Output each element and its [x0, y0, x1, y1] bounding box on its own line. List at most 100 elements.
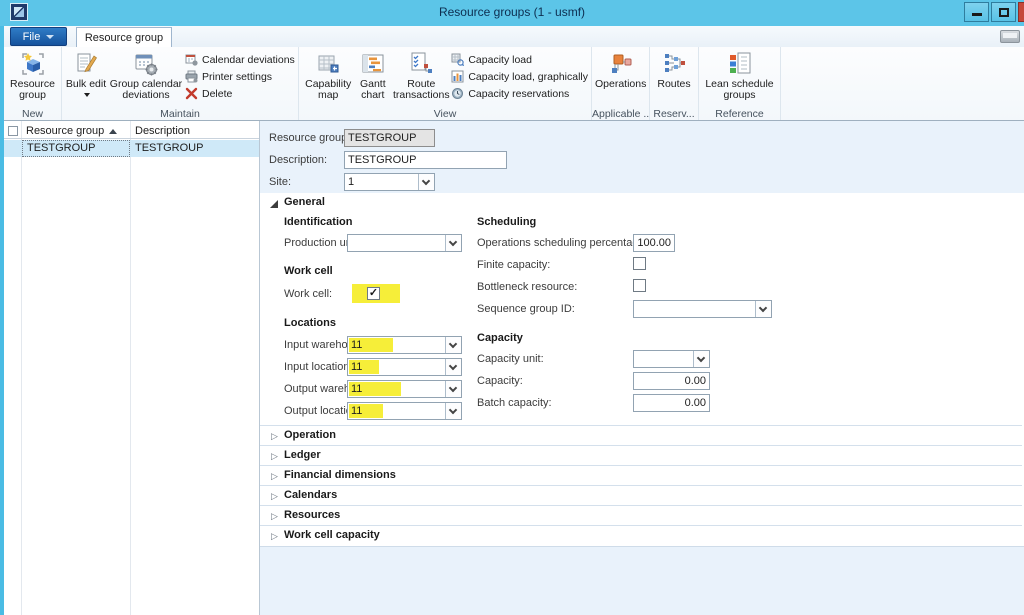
section-financial-dimensions[interactable]: ▷ Financial dimensions	[260, 465, 1022, 485]
button-label: Capability map	[302, 79, 354, 101]
section-label: Calendars	[284, 489, 337, 501]
table-row[interactable]: TESTGROUP TESTGROUP	[4, 140, 259, 157]
bulk-edit-button[interactable]: Bulk edit	[65, 49, 107, 101]
expand-section-icon: ▷	[271, 491, 278, 502]
column-header-resource-group[interactable]: Resource group	[26, 125, 104, 137]
osp-field[interactable]: 100.00	[633, 234, 675, 252]
dropdown-button[interactable]	[445, 381, 461, 397]
collapse-section-icon[interactable]	[270, 200, 278, 208]
printer-settings-button[interactable]: Printer settings	[185, 69, 295, 84]
capacity-load-button[interactable]: Capacity load	[451, 52, 588, 67]
capacity-label: Capacity:	[477, 375, 523, 387]
maximize-icon	[999, 8, 1009, 17]
locations-title: Locations	[284, 317, 336, 329]
resource-group-button[interactable]: Resource group	[7, 49, 58, 101]
detail-panel: Resource group: TESTGROUP Description: T…	[260, 121, 1024, 615]
section-work-cell-capacity[interactable]: ▷ Work cell capacity	[260, 525, 1022, 545]
content-area: Resource group Description TESTGROUP TES…	[4, 121, 1024, 615]
route-transactions-button[interactable]: Route transactions	[391, 49, 451, 101]
ribbon: Resource group New Bulk edit	[4, 47, 1024, 121]
work-cell-checkbox[interactable]	[367, 287, 380, 300]
button-label: Capacity load	[468, 54, 532, 66]
cell-resource-group[interactable]: TESTGROUP	[22, 140, 130, 157]
group-calendar-deviations-button[interactable]: Group calendar deviations	[107, 49, 185, 101]
section-resources[interactable]: ▷ Resources	[260, 505, 1022, 525]
input-location-value: 11	[351, 361, 362, 373]
expand-section-icon: ▷	[271, 471, 278, 482]
dropdown-button[interactable]	[693, 351, 709, 367]
capability-map-button[interactable]: Capability map	[302, 49, 354, 101]
tab-resource-group[interactable]: Resource group	[76, 27, 172, 47]
button-label: Lean schedule groups	[702, 79, 777, 101]
expand-section-icon: ▷	[271, 511, 278, 522]
close-button[interactable]	[1018, 2, 1024, 22]
section-label: Operation	[284, 429, 336, 441]
bottleneck-resource-checkbox[interactable]	[633, 279, 646, 292]
scheduling-title: Scheduling	[477, 216, 536, 228]
dropdown-button[interactable]	[755, 301, 771, 317]
column-header-description[interactable]: Description	[135, 125, 190, 137]
button-label: Gantt chart	[354, 79, 391, 101]
finite-capacity-checkbox[interactable]	[633, 257, 646, 270]
group-label-view: View	[299, 108, 591, 120]
section-calendars[interactable]: ▷ Calendars	[260, 485, 1022, 505]
section-label: Financial dimensions	[284, 469, 396, 481]
sort-ascending-icon	[109, 129, 117, 134]
capacity-unit-dropdown[interactable]	[633, 350, 710, 368]
routes-button[interactable]: Routes	[653, 49, 695, 90]
button-label: Calendar deviations	[202, 54, 295, 66]
group-label-applicable: Applicable ...	[592, 108, 649, 120]
calendar-deviations-button[interactable]: Calendar deviations	[185, 52, 295, 67]
input-location-label: Input location:	[284, 361, 353, 373]
button-label: Group calendar deviations	[107, 79, 185, 101]
section-label: Resources	[284, 509, 340, 521]
section-operation[interactable]: ▷ Operation	[260, 425, 1022, 445]
bulk-edit-icon	[73, 51, 99, 77]
operations-button[interactable]: Operations	[595, 49, 646, 90]
select-all-checkbox[interactable]	[8, 126, 18, 136]
capacity-load-graphically-button[interactable]: Capacity load, graphically	[451, 69, 588, 84]
input-location-dropdown[interactable]: 11	[347, 358, 462, 376]
dropdown-button[interactable]	[445, 235, 461, 251]
section-ledger[interactable]: ▷ Ledger	[260, 445, 1022, 465]
finite-capacity-label: Finite capacity:	[477, 259, 550, 271]
file-menu-button[interactable]: File	[10, 27, 67, 46]
dropdown-button[interactable]	[445, 359, 461, 375]
button-label: Resource group	[7, 79, 58, 101]
dropdown-button[interactable]	[445, 403, 461, 419]
capacity-reservations-button[interactable]: Capacity reservations	[451, 86, 588, 101]
dropdown-button[interactable]	[445, 337, 461, 353]
cell-description[interactable]: TESTGROUP	[135, 142, 203, 154]
window-title: Resource groups (1 - usmf)	[0, 5, 1024, 19]
button-label: Routes	[657, 79, 690, 90]
window-icon[interactable]	[1000, 30, 1020, 43]
chevron-down-icon	[697, 354, 705, 362]
group-label-maintain: Maintain	[62, 108, 298, 120]
resource-group-field[interactable]: TESTGROUP	[344, 129, 435, 147]
group-label-reference: Reference	[699, 108, 780, 120]
batch-capacity-field[interactable]: 0.00	[633, 394, 710, 412]
capacity-field[interactable]: 0.00	[633, 372, 710, 390]
description-field[interactable]: TESTGROUP	[344, 151, 507, 169]
resource-group-grid: Resource group Description TESTGROUP TES…	[4, 121, 260, 615]
site-dropdown[interactable]: 1	[344, 173, 435, 191]
ribbon-group-reserv: Routes Reserv...	[650, 47, 699, 120]
sequence-group-dropdown[interactable]	[633, 300, 772, 318]
maximize-button[interactable]	[991, 2, 1016, 22]
input-warehouse-dropdown[interactable]: 11	[347, 336, 462, 354]
maintain-small-buttons: Calendar deviations Printer settings	[185, 49, 295, 101]
chevron-down-icon	[449, 384, 457, 392]
expand-section-icon: ▷	[271, 451, 278, 462]
output-location-dropdown[interactable]: 11	[347, 402, 462, 420]
expand-section-icon: ▷	[271, 431, 278, 442]
section-general-title[interactable]: General	[284, 196, 325, 208]
minimize-button[interactable]	[964, 2, 989, 22]
delete-button[interactable]: Delete	[185, 86, 295, 101]
output-warehouse-dropdown[interactable]: 11	[347, 380, 462, 398]
dropdown-button[interactable]	[418, 174, 434, 190]
gantt-chart-button[interactable]: Gantt chart	[354, 49, 391, 101]
lean-schedule-groups-button[interactable]: Lean schedule groups	[702, 49, 777, 101]
chevron-down-icon	[46, 35, 54, 39]
production-unit-dropdown[interactable]	[347, 234, 462, 252]
chevron-down-icon	[449, 406, 457, 414]
